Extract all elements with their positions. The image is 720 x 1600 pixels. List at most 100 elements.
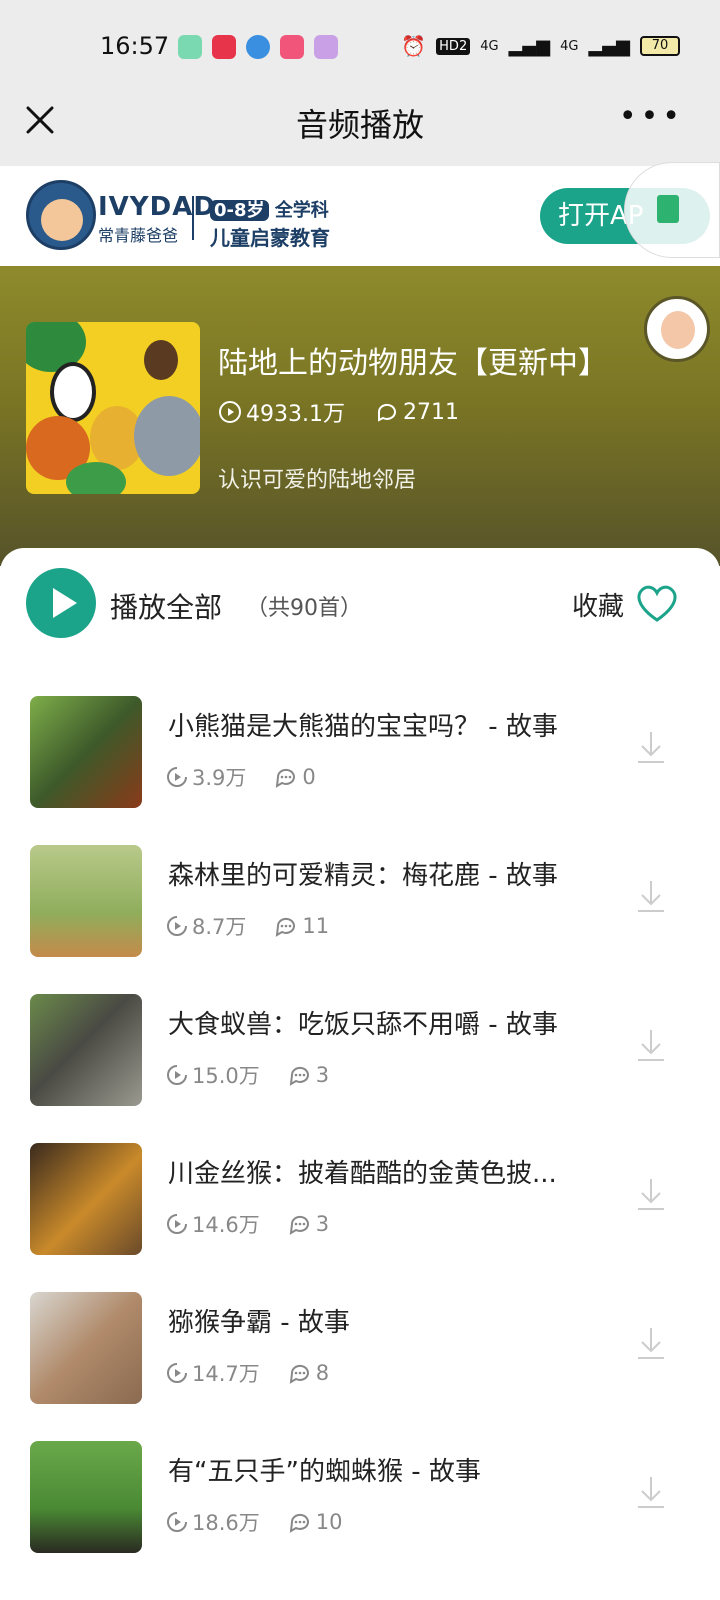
track-thumbnail-sika-deer [30,845,142,957]
track-item-red-panda[interactable]: 小熊猫是大熊猫的宝宝吗？ - 故事 3.9万 0 [0,692,720,841]
app-notification-icon [178,35,202,59]
album-cover[interactable] [26,322,200,494]
track-thumbnail-macaque [30,1292,142,1404]
track-title: 小熊猫是大熊猫的宝宝吗？ - 故事 [168,712,558,742]
download-icon[interactable] [636,1028,666,1062]
track-title: 有“五只手”的蜘蛛猴 - 故事 [168,1457,481,1487]
download-icon[interactable] [636,879,666,913]
signal-1-label: 4G [480,38,499,54]
track-meta: 8.7万 11 [166,911,329,941]
track-comments: 3 [288,1212,329,1236]
track-plays-value: 3.9万 [192,766,247,790]
track-count: （共90首） [246,596,362,621]
download-icon[interactable] [636,730,666,764]
track-comments: 3 [288,1063,329,1087]
xiaohongshu-icon [212,35,236,59]
cover-zebra [50,362,96,422]
alarm-icon: ⏰ [401,34,427,58]
play-all-label[interactable]: 播放全部 [110,586,222,626]
cover-monkey [144,340,178,380]
track-item-spider-monkey[interactable]: 有“五只手”的蜘蛛猴 - 故事 18.6万 10 [0,1437,720,1586]
track-item-macaque[interactable]: 猕猴争霸 - 故事 14.7万 8 [0,1288,720,1437]
comment-icon [289,1513,309,1533]
floating-document-button[interactable] [624,162,720,258]
track-plays-value: 14.7万 [192,1362,260,1386]
signal-2-label: 4G [560,38,579,54]
signal-icon: ▂▄▆ [508,35,551,57]
track-comments: 11 [274,914,329,938]
track-item-anteater[interactable]: 大食蚁兽：吃饭只舔不用嚼 - 故事 15.0万 3 [0,990,720,1139]
brand-tagline: 儿童启蒙教育 [210,226,330,250]
track-plays: 18.6万 [166,1507,260,1537]
track-meta: 15.0万 3 [166,1060,329,1090]
track-item-golden-monkey[interactable]: 川金丝猴：披着酷酷的金黄色披... 14.6万 3 [0,1139,720,1288]
album-comments-value: 2711 [402,399,459,425]
cover-grass [66,462,126,494]
album-header: 陆地上的动物朋友【更新中】 4933.1万 2711 认识可爱的陆地邻居 [0,266,720,566]
track-plays-value: 18.6万 [192,1511,260,1535]
more-options-icon[interactable]: ••• [619,102,684,132]
age-tag: 0-8岁 全学科 [210,196,329,222]
album-stats: 4933.1万 2711 [218,396,459,428]
signal-icon: ▂▄▆ [588,35,630,57]
track-comments-value: 0 [302,765,316,789]
brand-divider [192,196,194,240]
track-comments-value: 3 [315,1063,330,1087]
track-comments: 0 [274,765,316,789]
track-comments-value: 11 [302,914,330,938]
track-item-sika-deer[interactable]: 森林里的可爱精灵：梅花鹿 - 故事 8.7万 11 [0,841,720,990]
album-description: 认识可爱的陆地邻居 [218,468,417,493]
track-meta: 18.6万 10 [166,1507,343,1537]
comment-icon [276,768,296,788]
track-title: 森林里的可爱精灵：梅花鹿 - 故事 [168,861,558,891]
brand-name-en: IVYDAD [98,192,216,222]
favorite-label[interactable]: 收藏 [572,586,624,623]
track-title: 猕猴争霸 - 故事 [168,1308,350,1338]
track-comments-value: 3 [315,1212,330,1236]
comment-icon [276,917,296,937]
track-plays-value: 15.0万 [192,1064,260,1088]
notification-icons [178,35,338,59]
track-title: 川金丝猴：披着酷酷的金黄色披... [168,1159,557,1189]
album-plays-value: 4933.1万 [246,402,345,427]
heart-icon[interactable] [634,582,680,624]
track-thumbnail-golden-monkey [30,1143,142,1255]
hd-badge: HD2 [436,37,471,55]
subject-label: 全学科 [274,200,329,221]
track-list-card: 播放全部 （共90首） 收藏 小熊猫是大熊猫的宝宝吗？ - 故事 3.9万 0 … [0,548,720,1600]
brand-banner[interactable]: IVYDAD 常青藤爸爸 0-8岁 全学科 儿童启蒙教育 打开AP [0,166,720,266]
track-plays: 14.6万 [166,1209,260,1239]
download-icon[interactable] [636,1326,666,1360]
play-count-icon [167,1214,187,1234]
video-app-icon [280,35,304,59]
play-all-button[interactable] [26,568,96,638]
app-icon [314,35,338,59]
track-comments: 8 [288,1361,329,1385]
track-thumbnail-red-panda [30,696,142,808]
track-comments: 10 [288,1510,343,1534]
download-icon[interactable] [636,1177,666,1211]
track-plays-value: 8.7万 [192,915,247,939]
status-time: 16:57 [100,32,170,60]
cover-elephant [134,396,200,476]
play-count-icon [167,1065,187,1085]
track-thumbnail-anteater [30,994,142,1106]
status-bar: 16:57 ⏰ HD2 4G ▂▄▆ 4G ▂▄▆ 70 [0,0,720,92]
play-count-icon [167,767,187,787]
system-status: ⏰ HD2 4G ▂▄▆ 4G ▂▄▆ 70 [401,34,680,58]
track-title: 大食蚁兽：吃饭只舔不用嚼 - 故事 [168,1010,558,1040]
track-comments-value: 8 [315,1361,330,1385]
track-plays: 3.9万 [166,762,246,792]
user-avatar[interactable] [644,296,710,362]
play-count-icon [167,1363,187,1383]
title-bar: 音频播放 ••• [0,92,720,166]
battery-icon: 70 [640,36,680,56]
track-list: 小熊猫是大熊猫的宝宝吗？ - 故事 3.9万 0 森林里的可爱精灵：梅花鹿 - … [0,692,720,1586]
comment-icon [289,1364,309,1384]
download-icon[interactable] [636,1475,666,1509]
track-meta: 14.6万 3 [166,1209,329,1239]
track-meta: 3.9万 0 [166,762,316,792]
track-plays: 15.0万 [166,1060,260,1090]
comment-icon [377,403,396,422]
browser-icon [246,35,270,59]
